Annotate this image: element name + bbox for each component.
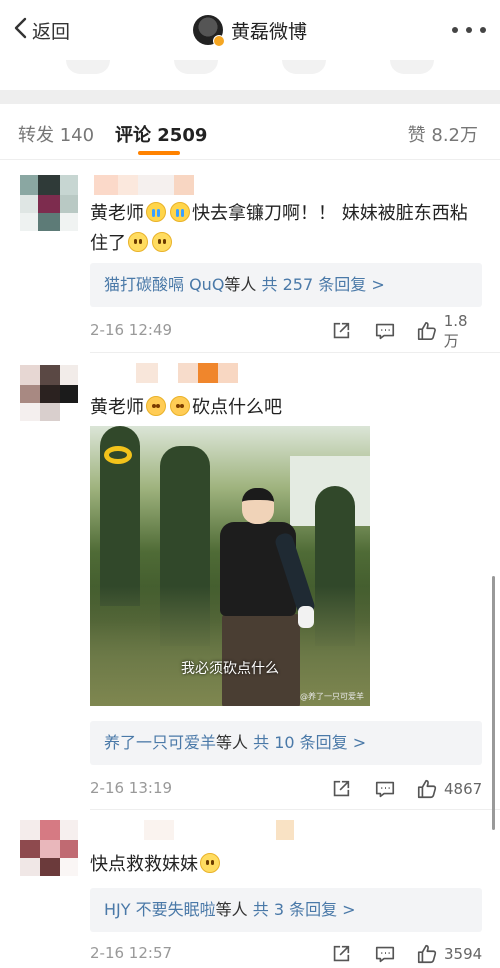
- sad-emoji-icon: [200, 853, 220, 873]
- nav-header: 黄磊微博: [0, 14, 500, 47]
- comment-date: 2-16 13:19: [90, 779, 173, 797]
- tab-like[interactable]: 赞 8.2万: [408, 121, 478, 147]
- verified-badge-icon: [212, 35, 225, 47]
- pleading-emoji-icon: [170, 396, 190, 416]
- sad-emoji-icon: [128, 232, 148, 252]
- replies-summary[interactable]: 猫打碳酸嗝 QuQ等人 共 257 条回复 >: [90, 263, 482, 307]
- ghost-icon: [390, 60, 434, 74]
- like-count: 1.8万: [443, 311, 468, 350]
- like-button[interactable]: 1.8万: [416, 312, 482, 350]
- ghost-icon: [66, 60, 110, 74]
- share-button[interactable]: [330, 319, 352, 343]
- ghost-icon: [282, 60, 326, 74]
- pleading-emoji-icon: [146, 396, 166, 416]
- username-blurred: [94, 820, 294, 840]
- tab-forward[interactable]: 转发 140: [18, 121, 94, 147]
- comment-item: 快点救救妹妹 HJY 不要失眠啦等人 共 3 条回复 > 2-16 12:57 …: [0, 810, 500, 968]
- page-title: 黄磊微博: [230, 20, 307, 43]
- replies-summary[interactable]: HJY 不要失眠啦等人 共 3 条回复 >: [90, 888, 482, 932]
- section-separator: [0, 90, 500, 104]
- more-button[interactable]: [452, 20, 486, 40]
- avatar[interactable]: [20, 365, 78, 421]
- like-count: 3594: [444, 945, 483, 963]
- avatar[interactable]: [20, 820, 78, 876]
- share-icon: [333, 322, 350, 339]
- comment-date: 2-16 12:57: [90, 944, 173, 962]
- channel-logo-icon: [104, 446, 132, 464]
- comment-item: 黄老师 快去拿镰刀啊！！ 妹妹被脏东西粘住了 猫打碳酸嗝 QuQ等人 共 257 …: [0, 161, 500, 353]
- comment-meta: 2-16 12:57 3594: [90, 942, 482, 966]
- comment-text: 黄老师 快去拿镰刀啊！！ 妹妹被脏东西粘住了: [90, 202, 468, 254]
- comment-text: 快点救救妹妹: [90, 850, 480, 880]
- replies-summary[interactable]: 养了一只可爱羊等人 共 10 条回复 >: [90, 721, 482, 765]
- thumbs-up-icon: [417, 779, 437, 799]
- like-button[interactable]: 3594: [416, 942, 482, 966]
- share-button[interactable]: [330, 942, 352, 966]
- username-blurred: [94, 363, 244, 383]
- more-dots-icon: [452, 27, 458, 33]
- avatar[interactable]: [20, 175, 78, 231]
- crying-emoji-icon: [146, 202, 166, 222]
- reply-button[interactable]: [374, 942, 396, 966]
- crying-emoji-icon: [170, 202, 190, 222]
- comment-icon: [375, 781, 395, 798]
- reply-button[interactable]: [374, 319, 396, 343]
- sad-emoji-icon: [152, 232, 172, 252]
- like-button[interactable]: 4867: [416, 777, 482, 801]
- video-watermark: @养了一只可爱羊: [300, 692, 364, 701]
- thumbs-up-icon: [417, 944, 437, 964]
- comment-icon: [375, 946, 395, 963]
- avatar[interactable]: [192, 15, 225, 47]
- username-blurred: [94, 175, 204, 195]
- comment-meta: 2-16 13:19 4867: [90, 777, 482, 801]
- like-count: 4867: [444, 780, 483, 798]
- comment-icon: [375, 323, 395, 340]
- comment-date: 2-16 12:49: [90, 321, 173, 339]
- ghost-icon: [174, 60, 218, 74]
- scrollbar[interactable]: [492, 576, 495, 830]
- tab-bar: 转发 140 评论 2509 赞 8.2万: [0, 104, 500, 160]
- comment-text: 黄老师 砍点什么吧: [90, 396, 282, 418]
- share-icon: [333, 780, 350, 797]
- comment-video-thumbnail[interactable]: 我必须砍点什么 @养了一只可爱羊: [90, 426, 370, 706]
- action-strip: [0, 60, 500, 90]
- top-navbar: 返回 黄磊微博: [0, 0, 500, 60]
- active-tab-indicator: [138, 151, 180, 155]
- reply-button[interactable]: [374, 777, 396, 801]
- share-button[interactable]: [330, 777, 352, 801]
- thumbs-up-icon: [417, 322, 436, 340]
- tab-comment[interactable]: 评论 2509: [115, 121, 207, 147]
- share-icon: [333, 945, 350, 962]
- video-subtitle: 我必须砍点什么: [181, 661, 279, 677]
- comment-meta: 2-16 12:49 1.8万: [90, 312, 482, 350]
